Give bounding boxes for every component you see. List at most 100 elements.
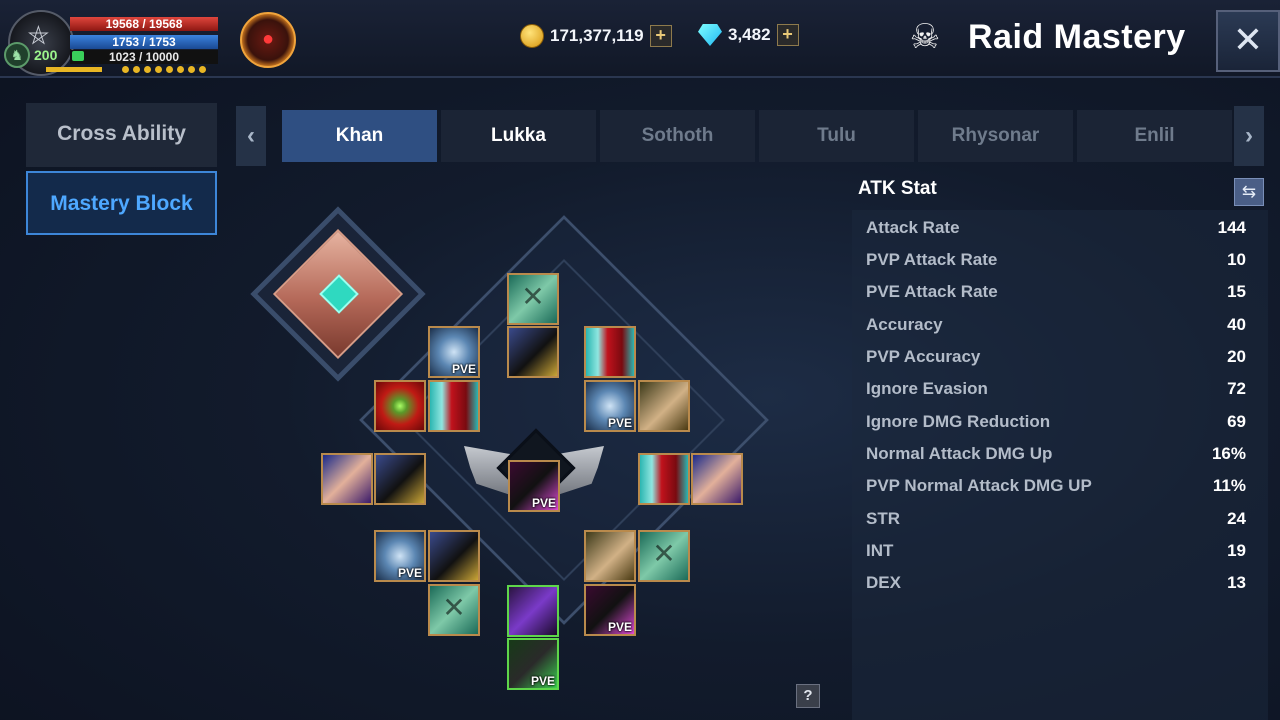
stat-value: 69 xyxy=(1227,412,1246,431)
mastery-board: PVE ✕ PVE PVE PVE ✕ ✕ PVE PVE ? xyxy=(232,172,842,720)
mastery-block[interactable] xyxy=(374,453,426,505)
center-block[interactable]: PVE xyxy=(508,460,560,512)
stat-name: INT xyxy=(866,541,894,560)
mastery-block[interactable]: ✕ xyxy=(638,530,690,582)
x-rune-icon: ✕ xyxy=(442,592,466,623)
mastery-block[interactable] xyxy=(584,530,636,582)
stat-row: INT 19 xyxy=(866,541,1246,565)
tab-sothoth[interactable]: Sothoth xyxy=(600,110,755,162)
stat-row: Attack Rate 144 xyxy=(866,218,1246,242)
stat-row: PVE Attack Rate 15 xyxy=(866,282,1246,306)
mastery-block-button[interactable]: Mastery Block xyxy=(26,171,217,235)
stat-value: 19 xyxy=(1227,541,1246,560)
page-title: Raid Mastery xyxy=(968,18,1186,56)
boss-tabs: Khan Lukka Sothoth Tulu Rhysonar Enlil xyxy=(282,110,1232,162)
mastery-block[interactable]: PVE xyxy=(428,326,480,378)
mastery-block[interactable] xyxy=(507,585,559,637)
player-level: 200 xyxy=(34,47,58,63)
add-gold-button[interactable]: + xyxy=(649,25,672,47)
stat-value: 10 xyxy=(1227,250,1246,269)
raid-skull-icon: ☠ xyxy=(909,18,941,56)
x-rune-icon: ✕ xyxy=(521,281,545,312)
stat-value: 40 xyxy=(1227,315,1246,334)
mastery-block[interactable]: PVE xyxy=(584,380,636,432)
stamina-icon xyxy=(72,51,84,61)
exp-progress xyxy=(46,67,102,72)
pip xyxy=(188,66,195,73)
stat-row: Ignore DMG Reduction 69 xyxy=(866,412,1246,436)
pve-tag: PVE xyxy=(607,416,632,430)
stat-name: Normal Attack DMG Up xyxy=(866,444,1053,463)
gold-display: 171,377,119 + xyxy=(520,24,672,48)
atk-stat-panel: ATK Stat ⇆ Attack Rate 144 PVP Attack Rat… xyxy=(852,172,1268,720)
level-badge: ♞ 200 xyxy=(4,42,66,68)
stat-value: 16% xyxy=(1211,444,1246,463)
mastery-block[interactable] xyxy=(374,380,426,432)
pip xyxy=(155,66,162,73)
pip xyxy=(144,66,151,73)
hp-bar: 19568 / 19568 xyxy=(70,17,218,31)
pve-tag: PVE xyxy=(530,674,555,688)
diamond-gem-icon xyxy=(698,24,722,46)
mastery-block[interactable] xyxy=(638,453,690,505)
mastery-block[interactable] xyxy=(584,326,636,378)
mastery-block[interactable]: ✕ xyxy=(428,584,480,636)
stat-value: 11% xyxy=(1212,476,1246,495)
mastery-block[interactable] xyxy=(507,326,559,378)
pip xyxy=(122,66,129,73)
tab-next-button[interactable]: › xyxy=(1234,106,1264,166)
mastery-block[interactable] xyxy=(428,380,480,432)
top-bar: ⛤ 19568 / 19568 1753 / 1753 1023 / 10000… xyxy=(0,0,1280,78)
tab-tulu[interactable]: Tulu xyxy=(759,110,914,162)
stat-name: STR xyxy=(866,509,900,528)
blood-drop-icon: ● xyxy=(262,28,275,50)
pip xyxy=(177,66,184,73)
stat-row: DEX 13 xyxy=(866,573,1246,597)
stat-name: PVP Normal Attack DMG UP xyxy=(866,476,1092,495)
pve-tag: PVE xyxy=(451,362,476,376)
tab-lukka[interactable]: Lukka xyxy=(441,110,596,162)
stat-row: PVP Accuracy 20 xyxy=(866,347,1246,371)
mastery-block[interactable]: PVE xyxy=(507,638,559,690)
stat-row: PVP Attack Rate 10 xyxy=(866,250,1246,274)
pip xyxy=(166,66,173,73)
swap-stat-button[interactable]: ⇆ xyxy=(1234,178,1264,206)
stat-name: Ignore Evasion xyxy=(866,379,988,398)
stat-name: Attack Rate xyxy=(866,218,960,237)
x-rune-icon: ✕ xyxy=(652,538,676,569)
mastery-block[interactable] xyxy=(321,453,373,505)
mastery-block[interactable] xyxy=(428,530,480,582)
mastery-block[interactable]: PVE xyxy=(374,530,426,582)
stat-value: 72 xyxy=(1227,379,1246,398)
mastery-block[interactable] xyxy=(638,380,690,432)
cross-ability-button[interactable]: Cross Ability xyxy=(26,103,217,167)
stat-list: Attack Rate 144 PVP Attack Rate 10 PVE Att… xyxy=(852,210,1268,720)
gold-amount: 171,377,119 xyxy=(550,26,644,45)
buff-pips xyxy=(122,66,206,73)
tab-enlil[interactable]: Enlil xyxy=(1077,110,1232,162)
mastery-block[interactable]: ✕ xyxy=(507,273,559,325)
stat-value: 20 xyxy=(1227,347,1246,366)
blood-emblem-button[interactable]: ● xyxy=(240,12,296,68)
add-gem-button[interactable]: + xyxy=(776,24,799,46)
help-button[interactable]: ? xyxy=(796,684,820,708)
close-button[interactable]: ✕ xyxy=(1216,10,1280,72)
guild-crest-icon[interactable]: ♞ xyxy=(4,42,30,68)
stat-name: PVE Attack Rate xyxy=(866,282,998,301)
stat-name: Accuracy xyxy=(866,315,943,334)
mastery-block[interactable] xyxy=(691,453,743,505)
stat-row: Normal Attack DMG Up 16% xyxy=(866,444,1246,468)
tab-prev-button[interactable]: ‹ xyxy=(236,106,266,166)
mastery-block[interactable]: PVE xyxy=(584,584,636,636)
stat-name: PVP Attack Rate xyxy=(866,250,998,269)
stat-row: STR 24 xyxy=(866,509,1246,533)
stat-row: Accuracy 40 xyxy=(866,315,1246,339)
tab-rhysonar[interactable]: Rhysonar xyxy=(918,110,1073,162)
stamina-bar: 1023 / 10000 xyxy=(70,50,218,64)
mp-bar: 1753 / 1753 xyxy=(70,35,218,49)
stat-row: PVP Normal Attack DMG UP 11% xyxy=(866,476,1246,500)
pip xyxy=(133,66,140,73)
gem-display: 3,482 + xyxy=(698,24,799,46)
tab-khan[interactable]: Khan xyxy=(282,110,437,162)
stat-value: 15 xyxy=(1227,282,1246,301)
